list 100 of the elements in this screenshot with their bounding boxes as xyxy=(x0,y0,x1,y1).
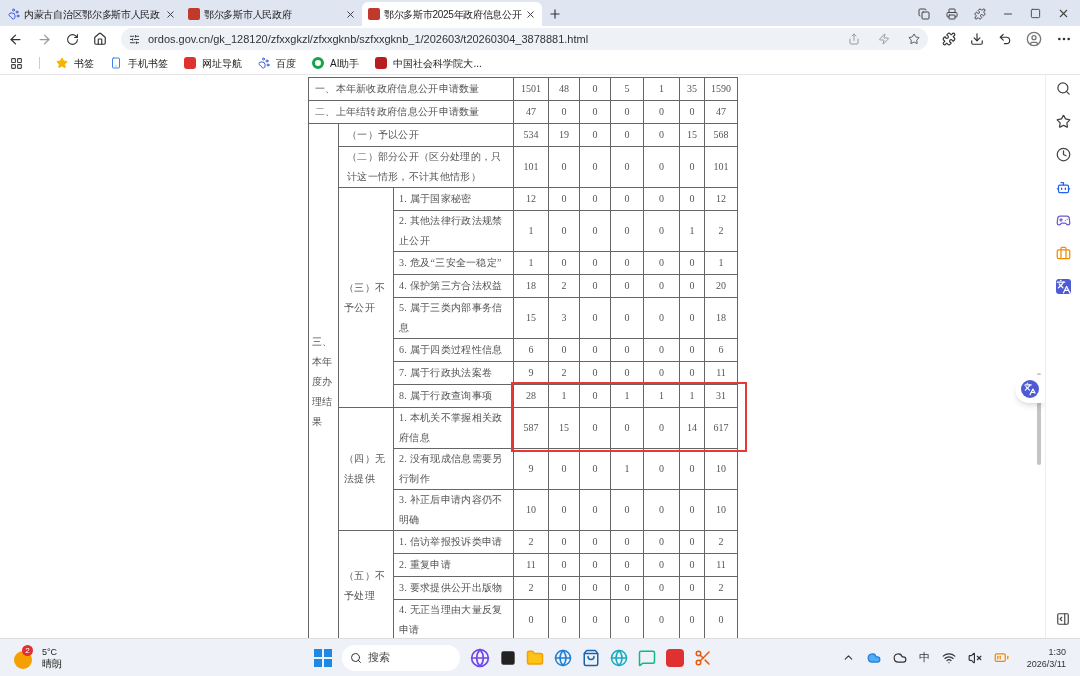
table-cell: 0 xyxy=(610,576,644,600)
tabs-icon[interactable] xyxy=(918,7,930,20)
table-cell: 8. 属于行政查询事项 xyxy=(393,384,514,408)
table-cell: 47 xyxy=(704,100,738,124)
restore-icon[interactable] xyxy=(1030,8,1041,19)
scissors-icon[interactable] xyxy=(694,648,712,667)
forward-icon[interactable] xyxy=(37,31,52,47)
star-icon[interactable] xyxy=(1055,114,1071,129)
bookmark-item[interactable]: 书签 xyxy=(56,55,94,71)
table-cell: 12 xyxy=(513,187,549,211)
table-cell: 10 xyxy=(704,448,738,490)
star-icon[interactable] xyxy=(908,33,920,45)
bookmark-item[interactable]: 百度 xyxy=(258,55,296,71)
close-icon[interactable] xyxy=(1057,7,1070,20)
store-icon[interactable] xyxy=(582,648,600,667)
mute-icon[interactable] xyxy=(967,650,982,665)
table-cell: 11 xyxy=(704,361,738,385)
table-cell: （三）不予公开 xyxy=(338,187,394,408)
bookmark-item[interactable]: AI助手 xyxy=(312,55,360,71)
table-cell: 0 xyxy=(610,553,644,577)
table-cell: 2 xyxy=(548,274,580,298)
collapse-icon[interactable] xyxy=(1056,612,1070,626)
home-icon[interactable] xyxy=(93,32,107,46)
browser-icon[interactable] xyxy=(554,648,572,667)
table-cell: 10 xyxy=(704,489,738,531)
new-tab-icon[interactable] xyxy=(548,7,562,21)
table-cell: 1 xyxy=(610,448,644,490)
paw-icon xyxy=(258,57,270,69)
extensions-icon[interactable] xyxy=(942,32,956,46)
table-cell: 0 xyxy=(579,384,611,408)
table-cell: 47 xyxy=(513,100,549,124)
table-cell: 0 xyxy=(610,251,644,275)
search-placeholder: 搜索 xyxy=(368,650,390,666)
close-icon[interactable] xyxy=(525,8,537,20)
bookmark-item[interactable]: 手机书签 xyxy=(110,55,168,71)
clock[interactable]: 1:30 2026/3/11 xyxy=(1026,645,1066,670)
table-cell: 0 xyxy=(679,489,705,531)
tab-title: 鄂尔多斯市2025年政府信息公开 xyxy=(384,7,522,22)
undo-icon[interactable] xyxy=(998,32,1012,46)
table-cell: 2 xyxy=(548,361,580,385)
wifi-icon[interactable] xyxy=(941,650,956,665)
site-settings-icon[interactable] xyxy=(129,33,140,45)
table-cell: 4. 保护第三方合法权益 xyxy=(393,274,514,298)
table-cell: 1590 xyxy=(704,77,738,101)
printer-icon[interactable] xyxy=(946,7,958,20)
table-cell: 三、本年度办理结果 xyxy=(308,123,339,638)
start-icon[interactable] xyxy=(314,648,332,667)
search-icon[interactable] xyxy=(1055,81,1071,96)
cloud-icon[interactable] xyxy=(892,650,907,665)
table-cell: 1 xyxy=(513,251,549,275)
table-cell: 0 xyxy=(579,297,611,339)
close-icon[interactable] xyxy=(345,8,356,20)
apps-icon[interactable] xyxy=(10,56,23,70)
table-cell: 0 xyxy=(579,489,611,531)
table-cell: 11 xyxy=(513,553,549,577)
table-cell: 0 xyxy=(579,576,611,600)
table-cell: 0 xyxy=(579,146,611,188)
bookmark-item[interactable]: 中国社会科学院大... xyxy=(375,55,482,71)
table-cell: 18 xyxy=(704,297,738,339)
table-cell: 617 xyxy=(704,407,738,449)
reload-icon[interactable] xyxy=(66,32,79,46)
close-icon[interactable] xyxy=(165,8,176,20)
clock-icon[interactable] xyxy=(1055,147,1071,162)
table-cell: 0 xyxy=(643,100,680,124)
globe-icon[interactable] xyxy=(470,647,490,668)
table-cell: 0 xyxy=(579,338,611,362)
profile-icon[interactable] xyxy=(1026,31,1042,47)
weather-widget[interactable]: 2 5°C 晴朗 xyxy=(14,645,314,670)
table-cell: 15 xyxy=(679,123,705,147)
gamepad-icon[interactable] xyxy=(1055,213,1071,228)
table-cell: 534 xyxy=(513,123,549,147)
table-cell: 0 xyxy=(548,448,580,490)
table-cell: 0 xyxy=(610,407,644,449)
puzzle-icon[interactable] xyxy=(974,7,986,20)
weather-text: 晴朗 xyxy=(42,657,62,670)
table-cell: 12 xyxy=(704,187,738,211)
ime-indicator[interactable]: 中 xyxy=(918,649,930,666)
table-cell: 0 xyxy=(643,210,680,252)
browser-tab[interactable]: 鄂尔多斯市2025年政府信息公开 xyxy=(362,2,542,26)
table-cell: 0 xyxy=(643,489,680,531)
table-cell: 1 xyxy=(679,384,705,408)
translate-icon[interactable] xyxy=(1055,279,1071,294)
search-field[interactable]: 搜索 xyxy=(342,644,460,671)
table-cell: 1. 属于国家秘密 xyxy=(393,187,514,211)
task-view-icon[interactable] xyxy=(500,649,516,666)
table-cell: 28 xyxy=(513,384,549,408)
table-cell: 0 xyxy=(679,146,705,188)
table-cell: 19 xyxy=(548,123,580,147)
time-text: 1:30 xyxy=(1048,645,1066,658)
table-cell: 0 xyxy=(579,251,611,275)
download-icon[interactable] xyxy=(970,32,984,46)
table-cell: 0 xyxy=(579,210,611,252)
table-cell: 1 xyxy=(704,251,738,275)
address-bar[interactable]: ordos.gov.cn/gk_128120/zfxxgkzl/zfxxgknb/szfxxgknb_1/202603/t20260304_3878881.html xyxy=(121,28,928,50)
back-icon[interactable] xyxy=(8,31,23,47)
bookmark-item[interactable]: 网址导航 xyxy=(184,55,242,71)
table-cell: 0 xyxy=(579,77,611,101)
table-cell: 0 xyxy=(643,407,680,449)
table-cell: 0 xyxy=(679,576,705,600)
translate-button[interactable] xyxy=(1015,375,1045,403)
